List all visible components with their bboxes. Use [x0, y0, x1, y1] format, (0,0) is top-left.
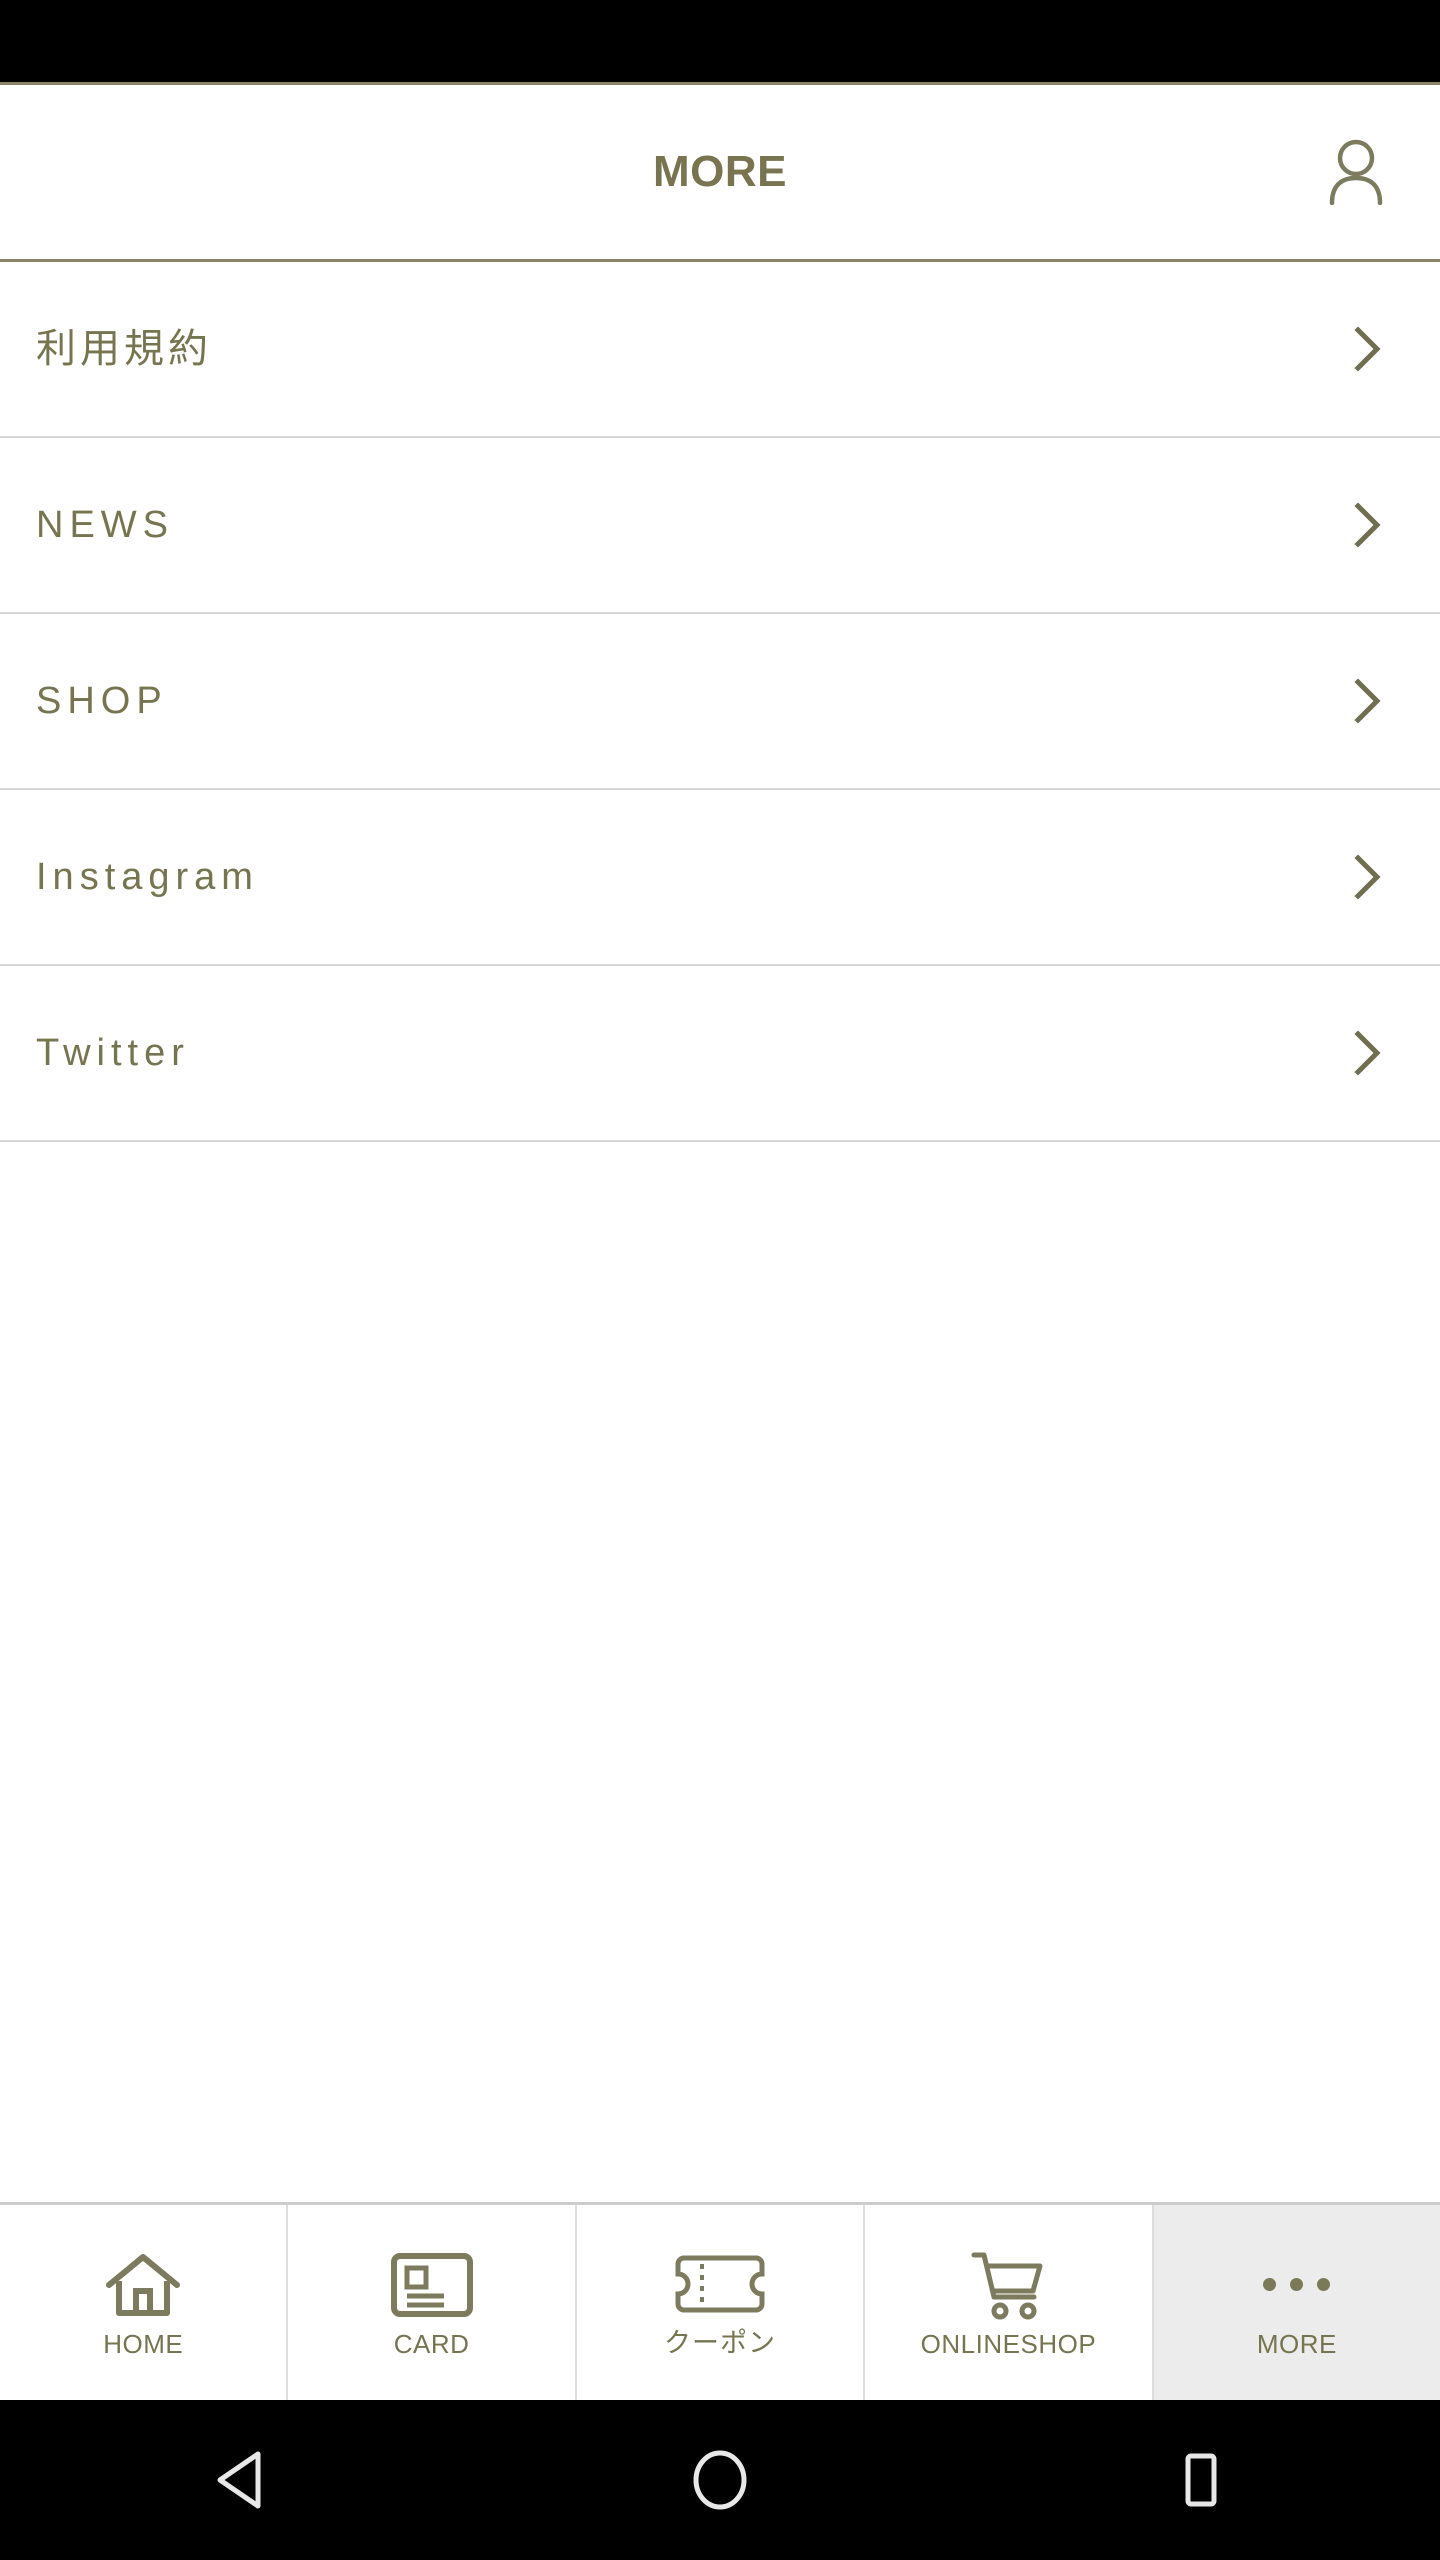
- android-home-button[interactable]: [480, 2400, 960, 2560]
- home-icon: [0, 2249, 286, 2321]
- android-navigation-bar: [0, 2400, 1440, 2560]
- app-screen: MORE 利用規約 NEWS SHOP Instagram Twitter HO…: [0, 0, 1440, 2560]
- tab-label: HOME: [103, 2328, 184, 2359]
- list-item[interactable]: SHOP: [0, 614, 1440, 790]
- list-item[interactable]: Twitter: [0, 966, 1440, 1142]
- back-triangle-icon: [214, 2450, 266, 2510]
- android-recents-button[interactable]: [960, 2400, 1440, 2560]
- chevron-right-icon: [1346, 502, 1390, 548]
- list-item[interactable]: Instagram: [0, 790, 1440, 966]
- list-item[interactable]: NEWS: [0, 438, 1440, 614]
- chevron-right-icon: [1346, 854, 1390, 900]
- chevron-right-icon: [1346, 1030, 1390, 1076]
- shopping-cart-icon: [865, 2249, 1151, 2321]
- dot: [1317, 2278, 1331, 2291]
- card-icon: [288, 2249, 574, 2321]
- tab-label: MORE: [1256, 2328, 1337, 2359]
- more-dots-icon: [1154, 2249, 1440, 2321]
- page-title: MORE: [653, 147, 787, 196]
- person-icon: [1325, 139, 1387, 205]
- dot: [1290, 2278, 1304, 2291]
- tab-onlineshop[interactable]: ONLINESHOP: [865, 2205, 1154, 2400]
- ticket-icon: [577, 2248, 863, 2320]
- tab-more[interactable]: MORE: [1153, 2205, 1440, 2400]
- account-button[interactable]: [1314, 130, 1398, 214]
- dot: [1263, 2278, 1277, 2291]
- list-item-label: NEWS: [36, 504, 174, 546]
- chevron-right-icon: [1346, 678, 1390, 724]
- tab-home[interactable]: HOME: [0, 2205, 289, 2400]
- bottom-tab-bar: HOME CARD クーポン ONLINESHOP MORE: [0, 2202, 1440, 2400]
- tab-label: クーポン: [664, 2328, 777, 2358]
- tab-label: CARD: [393, 2328, 470, 2359]
- tab-card[interactable]: CARD: [288, 2205, 577, 2400]
- menu-list: 利用規約 NEWS SHOP Instagram Twitter: [0, 262, 1440, 1142]
- list-item-label: SHOP: [36, 680, 168, 722]
- list-item-label: Instagram: [36, 856, 259, 898]
- android-back-button[interactable]: [0, 2400, 480, 2560]
- status-bar: [0, 0, 1440, 82]
- list-item-label: 利用規約: [36, 327, 212, 371]
- list-item-label: Twitter: [36, 1032, 190, 1074]
- tab-coupon[interactable]: クーポン: [576, 2205, 866, 2400]
- app-header: MORE: [0, 82, 1440, 262]
- recents-square-icon: [1172, 2451, 1228, 2509]
- home-circle-icon: [690, 2449, 750, 2511]
- chevron-right-icon: [1346, 326, 1390, 372]
- list-item[interactable]: 利用規約: [0, 262, 1440, 438]
- tab-label: ONLINESHOP: [920, 2328, 1097, 2359]
